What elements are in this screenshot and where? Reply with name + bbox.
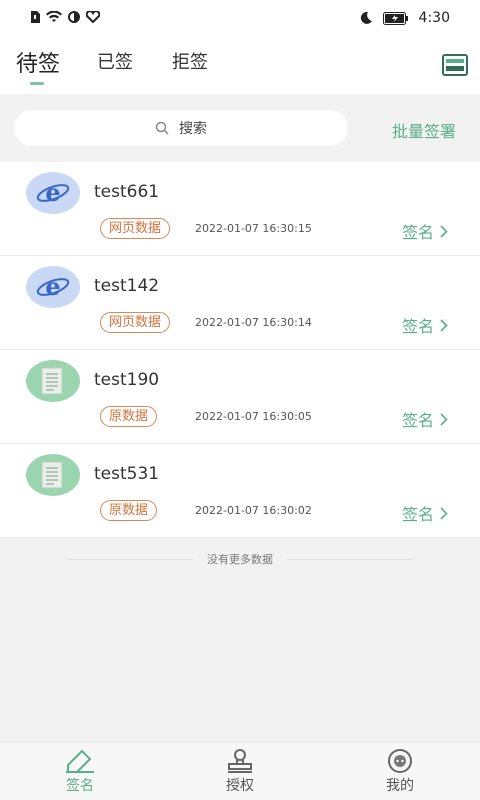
end-of-list-notice: 没有更多数据	[66, 552, 414, 566]
avatar: e	[26, 266, 80, 308]
divider	[287, 558, 414, 560]
status-bar: 4:30	[0, 0, 480, 38]
status-icons-right: 4:30	[359, 10, 450, 26]
sign-label: 签名	[401, 411, 434, 430]
nav-label: 我的	[386, 778, 414, 794]
tab-rejected[interactable]: 拒签	[172, 48, 208, 74]
svg-text:e: e	[45, 178, 60, 207]
nav-item-sign[interactable]: 签名	[40, 749, 120, 795]
list-item[interactable]: e test142 网页数据 2022-01-07 16:30:14 签名	[0, 256, 480, 350]
active-tab-indicator	[30, 82, 44, 85]
sign-button[interactable]: 签名	[402, 501, 448, 525]
timestamp: 2022-01-07 16:30:15	[195, 222, 312, 235]
battery-icon	[382, 11, 408, 25]
sign-label: 签名	[401, 223, 434, 242]
data-saver-icon	[68, 11, 80, 23]
no-more-text: 没有更多数据	[207, 553, 273, 566]
avatar	[26, 360, 80, 402]
header: 待签 已签 拒签	[0, 38, 480, 94]
ie-icon: e	[36, 178, 70, 207]
stamp-icon	[228, 749, 252, 773]
sim-icon	[31, 11, 40, 23]
batch-sign-button[interactable]: 批量签署	[392, 118, 456, 142]
item-name: test142	[94, 276, 160, 296]
wifi-icon	[46, 11, 62, 22]
avatar	[26, 454, 80, 496]
sign-label: 签名	[401, 505, 434, 524]
heart-icon	[86, 11, 100, 23]
data-type-badge: 原数据	[100, 406, 158, 427]
sign-button[interactable]: 签名	[402, 219, 448, 243]
svg-text:e: e	[45, 272, 60, 301]
chevron-right-icon	[440, 506, 448, 520]
moon-icon	[360, 11, 372, 24]
item-name: test661	[94, 182, 160, 202]
tab-signed[interactable]: 已签	[97, 48, 133, 74]
search-icon	[155, 121, 169, 135]
tab-pending[interactable]: 待签	[16, 46, 60, 78]
item-name: test531	[94, 464, 160, 484]
timestamp: 2022-01-07 16:30:14	[195, 316, 312, 329]
avatar: e	[26, 172, 80, 214]
sign-button[interactable]: 签名	[402, 407, 448, 431]
document-list: e test661 网页数据 2022-01-07 16:30:15 签名 e …	[0, 162, 480, 538]
item-name: test190	[94, 370, 160, 390]
search-input[interactable]: 搜索	[14, 110, 348, 146]
document-icon	[41, 461, 63, 489]
sign-label: 签名	[401, 317, 434, 336]
data-type-badge: 网页数据	[100, 218, 171, 239]
status-icons-left	[30, 11, 100, 23]
timestamp: 2022-01-07 16:30:02	[195, 504, 312, 517]
nav-item-profile[interactable]: 我的	[360, 749, 440, 795]
list-item[interactable]: test190 原数据 2022-01-07 16:30:05 签名	[0, 350, 480, 444]
nav-item-authorize[interactable]: 授权	[200, 749, 280, 795]
chevron-right-icon	[440, 318, 448, 332]
clock: 4:30	[418, 10, 450, 26]
search-row: 搜索 批量签署	[0, 94, 480, 162]
ie-icon: e	[36, 272, 70, 301]
data-type-badge: 网页数据	[100, 312, 171, 333]
search-placeholder: 搜索	[179, 121, 207, 137]
divider	[66, 558, 193, 560]
document-icon	[41, 367, 63, 395]
data-type-badge: 原数据	[100, 500, 158, 521]
chevron-right-icon	[440, 224, 448, 238]
nav-label: 签名	[66, 778, 94, 794]
list-item[interactable]: test531 原数据 2022-01-07 16:30:02 签名	[0, 444, 480, 538]
list-item[interactable]: e test661 网页数据 2022-01-07 16:30:15 签名	[0, 162, 480, 256]
profile-icon	[388, 749, 412, 773]
timestamp: 2022-01-07 16:30:05	[195, 410, 312, 423]
pen-icon	[66, 749, 94, 773]
chevron-right-icon	[440, 412, 448, 426]
nav-label: 授权	[226, 778, 254, 794]
scan-icon[interactable]	[442, 54, 468, 76]
sign-button[interactable]: 签名	[402, 313, 448, 337]
bottom-nav: 签名 授权 我的	[0, 742, 480, 800]
